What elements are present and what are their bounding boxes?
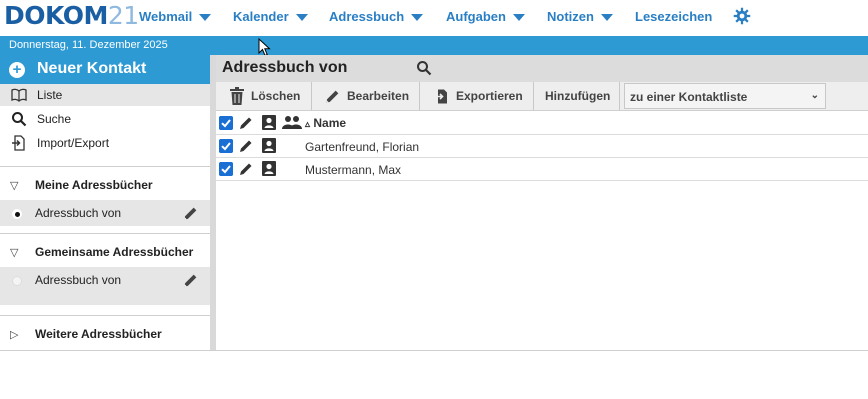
dokom21-logo[interactable]: DOKOM21 (4, 2, 139, 30)
gear-icon[interactable] (733, 7, 751, 25)
section-title: Weitere Adressbücher (35, 327, 162, 341)
section-weitere-adressbuecher[interactable]: ▷ Weitere Adressbücher (0, 323, 210, 345)
nav-webmail[interactable]: Webmail (139, 0, 212, 32)
radio-selected-icon[interactable] (12, 209, 22, 219)
triangle-right-icon: ▷ (10, 329, 19, 341)
nav-aufgaben[interactable]: Aufgaben (446, 0, 525, 32)
search-icon (12, 112, 27, 127)
sidebar-item-label: Import/Export (37, 136, 110, 150)
main-panel: Adressbuch von Löschen Bearbeiten Export… (216, 55, 868, 351)
contact-card-icon (262, 161, 276, 176)
divider (0, 166, 210, 167)
pencil-icon (326, 90, 339, 103)
table-row[interactable]: Mustermann, Max (216, 158, 868, 181)
trash-icon (230, 87, 244, 105)
export-icon (435, 89, 447, 103)
table-row[interactable]: Gartenfreund, Florian (216, 135, 868, 158)
nav-notizen[interactable]: Notizen (547, 0, 613, 32)
column-name-label: Name (313, 116, 347, 130)
column-name-header[interactable]: ▵ Name (305, 116, 346, 130)
sort-ascending-icon: ▵ (305, 119, 311, 130)
logo-suffix: 21 (107, 1, 139, 30)
new-contact-label: Neuer Kontakt (37, 60, 147, 77)
contact-name: Gartenfreund, Florian (305, 140, 420, 154)
pencil-icon[interactable] (182, 205, 199, 222)
nav-lesezeichen[interactable]: Lesezeichen (635, 0, 712, 32)
contact-card-icon (262, 115, 276, 130)
date-bar: Donnerstag, 11. Dezember 2025 (0, 36, 868, 55)
pencil-icon[interactable] (238, 138, 254, 154)
sidebar-item-import-export[interactable]: Import/Export (0, 132, 210, 154)
radio-unselected-icon[interactable] (12, 276, 22, 286)
nav-notizen-label: Notizen (547, 8, 594, 24)
sidebar-item-suche[interactable]: Suche (0, 108, 210, 130)
delete-label: Löschen (251, 89, 301, 103)
group-icon (282, 116, 302, 129)
logo-text: DOKOM (4, 1, 108, 30)
current-date: Donnerstag, 11. Dezember 2025 (9, 39, 168, 51)
sidebar-item-label: Suche (37, 112, 72, 126)
nav-webmail-label: Webmail (139, 8, 193, 24)
nav-kalender[interactable]: Kalender (233, 0, 308, 32)
new-contact-button[interactable]: + Neuer Kontakt (0, 55, 210, 84)
contact-name: Mustermann, Max (305, 163, 402, 177)
row-checkbox[interactable] (219, 139, 233, 153)
addressbook-label: Adressbuch von (35, 206, 122, 220)
page-title: Adressbuch von (222, 59, 348, 76)
edit-label: Bearbeiten (347, 89, 410, 103)
section-title: Meine Adressbücher (35, 178, 153, 192)
sidebar: + Neuer Kontakt Liste Suche Import/Expor… (0, 55, 210, 351)
toolbar: Löschen Bearbeiten Exportieren Hinzufüge… (216, 82, 868, 111)
nav-aufgaben-label: Aufgaben (446, 8, 506, 24)
book-icon (11, 88, 27, 102)
add-label: Hinzufügen (545, 89, 611, 103)
nav-kalender-label: Kalender (233, 8, 289, 24)
add-button[interactable]: Hinzufügen (534, 82, 620, 110)
nav-lesezeichen-label: Lesezeichen (635, 8, 713, 24)
caret-down-icon (512, 13, 525, 21)
delete-button[interactable]: Löschen (216, 82, 312, 110)
addressbook-item[interactable]: Adressbuch von (0, 267, 210, 305)
sidebar-item-label: Liste (37, 88, 63, 102)
caret-down-icon (199, 13, 212, 21)
search-icon[interactable] (416, 60, 432, 76)
pencil-icon[interactable] (182, 272, 199, 289)
select-all-checkbox[interactable] (219, 116, 233, 130)
triangle-down-icon: ▽ (10, 180, 19, 192)
import-icon (12, 135, 25, 151)
section-meine-adressbuecher[interactable]: ▽ Meine Adressbücher (0, 174, 210, 196)
sidebar-item-liste[interactable]: Liste (0, 84, 210, 106)
addressbook-label: Adressbuch von (35, 273, 122, 287)
export-button[interactable]: Exportieren (420, 82, 534, 110)
plus-circle-icon: + (9, 62, 25, 78)
pencil-icon[interactable] (238, 161, 254, 177)
edit-button[interactable]: Bearbeiten (312, 82, 420, 110)
contactlist-select-value: zu einer Kontaktliste (630, 90, 748, 104)
contactlist-select[interactable]: zu einer Kontaktliste ⌄ (624, 83, 826, 109)
divider (0, 233, 210, 234)
divider (0, 350, 868, 351)
section-gemeinsame-adressbuecher[interactable]: ▽ Gemeinsame Adressbücher (0, 241, 210, 263)
caret-down-icon (600, 13, 613, 21)
table-header-row: ▵ Name (216, 112, 868, 135)
triangle-down-icon: ▽ (10, 247, 19, 259)
pencil-icon (240, 117, 252, 129)
nav-adressbuch-label: Adressbuch (329, 8, 405, 24)
top-navigation: DOKOM21 Webmail Kalender Adressbuch Aufg… (0, 0, 868, 36)
export-label: Exportieren (456, 89, 523, 103)
row-checkbox[interactable] (219, 162, 233, 176)
main-header: Adressbuch von (216, 55, 868, 82)
caret-down-icon (411, 13, 424, 21)
divider (0, 315, 210, 316)
addressbook-item[interactable]: Adressbuch von (0, 200, 210, 226)
caret-down-icon (295, 13, 308, 21)
section-title: Gemeinsame Adressbücher (35, 245, 194, 259)
chevron-down-icon: ⌄ (810, 90, 819, 101)
contact-card-icon (262, 138, 276, 153)
nav-adressbuch[interactable]: Adressbuch (329, 0, 424, 32)
